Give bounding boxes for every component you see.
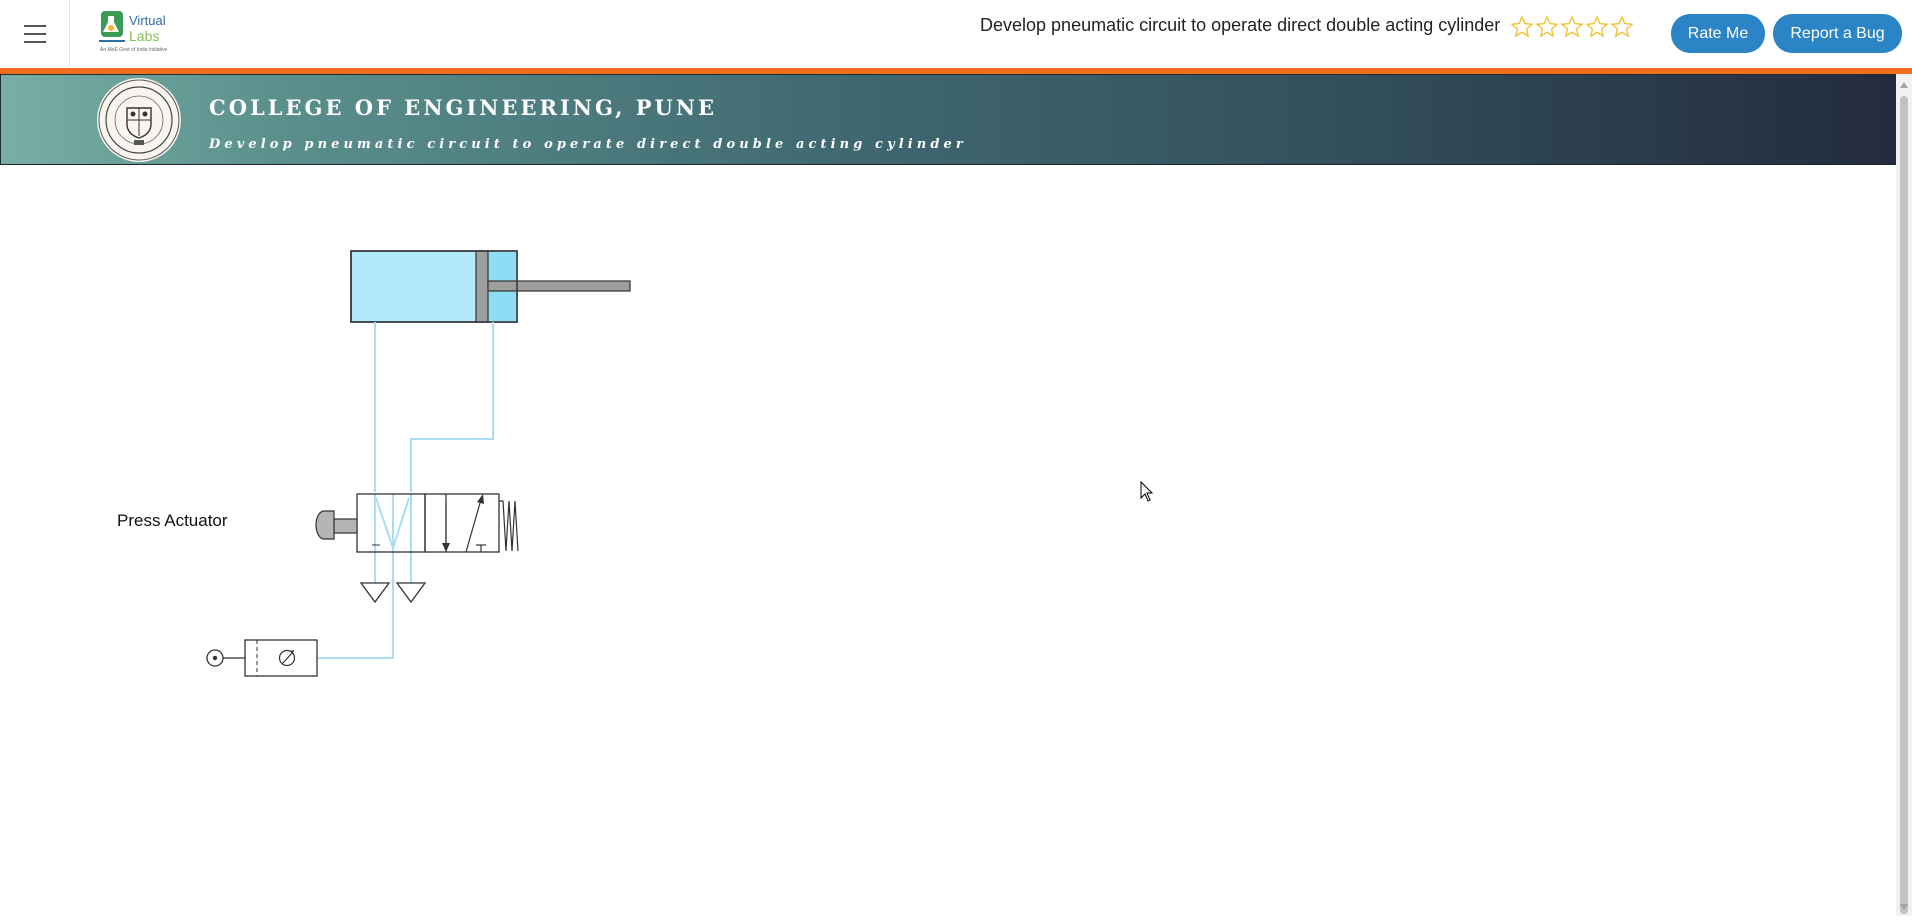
college-name: COLLEGE OF ENGINEERING, PUNE — [209, 95, 718, 120]
mouse-cursor-icon — [1140, 481, 1154, 502]
circuit-diagram — [206, 250, 631, 677]
college-seal-logo — [97, 78, 181, 162]
double-acting-cylinder — [350, 250, 631, 323]
college-banner: COLLEGE OF ENGINEERING, PUNE Develop pne… — [0, 74, 1896, 165]
top-navbar: Virtual Labs An MoE Govt of India Initia… — [0, 0, 1912, 74]
star-icon[interactable] — [1560, 15, 1584, 39]
scroll-down-arrow-icon[interactable] — [1900, 904, 1908, 910]
star-icon[interactable] — [1585, 15, 1609, 39]
logo-tagline: An MoE Govt of India Initiative — [100, 47, 168, 53]
logo-text-labs: Labs — [129, 28, 159, 44]
directional-control-valve[interactable] — [356, 493, 519, 553]
air-lines — [318, 322, 494, 659]
scrollbar-thumb[interactable] — [1900, 96, 1908, 914]
air-supply-unit — [206, 639, 318, 677]
rating-stars[interactable] — [1510, 15, 1634, 39]
menu-icon[interactable] — [0, 0, 70, 67]
experiment-title: Develop pneumatic circuit to operate dir… — [980, 15, 1501, 35]
press-actuator-label[interactable]: Press Actuator — [117, 511, 228, 531]
report-bug-button[interactable]: Report a Bug — [1773, 14, 1902, 53]
star-icon[interactable] — [1510, 15, 1534, 39]
scroll-up-arrow-icon[interactable] — [1900, 82, 1908, 88]
vertical-scrollbar[interactable] — [1896, 74, 1912, 916]
star-icon[interactable] — [1610, 15, 1634, 39]
press-actuator-button[interactable] — [315, 510, 358, 540]
banner-subtitle: Develop pneumatic circuit to operate dir… — [209, 137, 967, 152]
pneumatic-circuit-canvas: Press Actuator — [0, 165, 1896, 916]
logo-text-virtual: Virtual — [129, 13, 166, 28]
rate-me-button[interactable]: Rate Me — [1671, 14, 1765, 53]
star-icon[interactable] — [1535, 15, 1559, 39]
